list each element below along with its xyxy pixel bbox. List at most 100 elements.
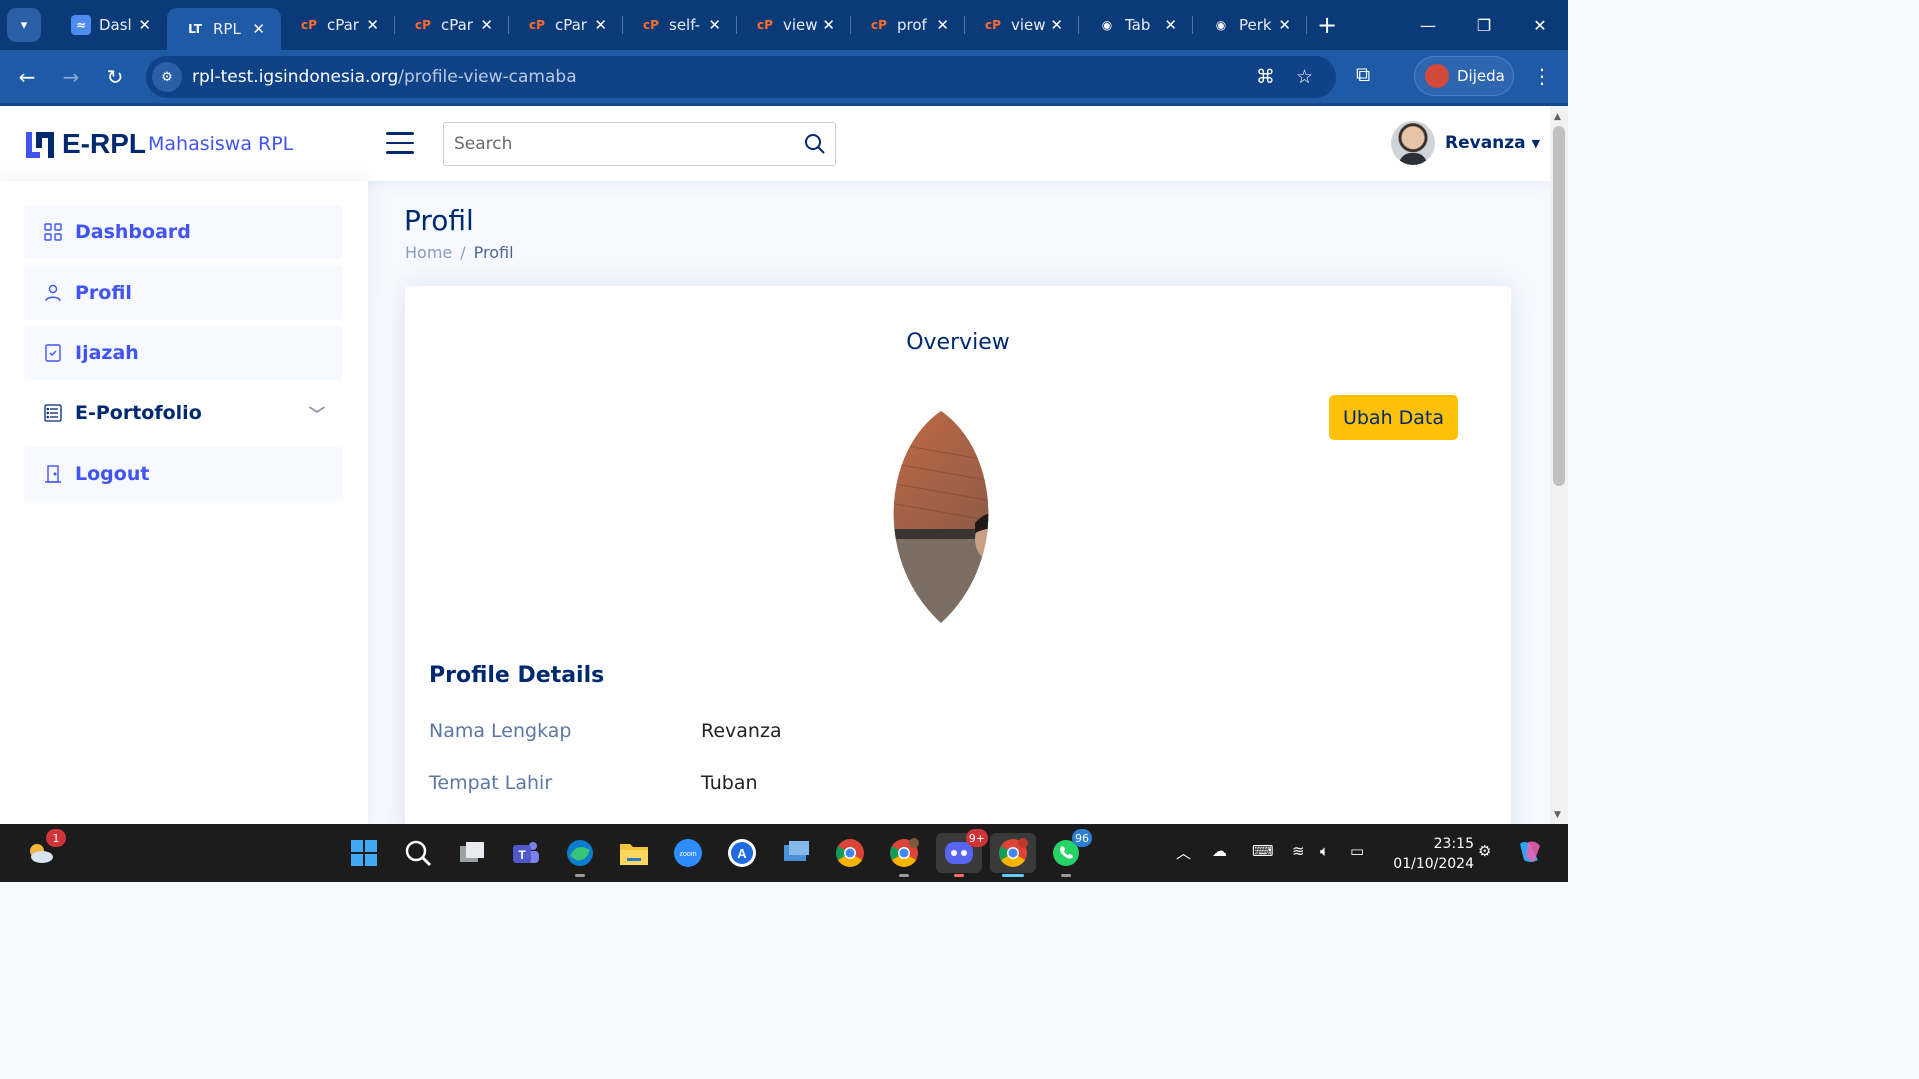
erpl-logo-icon (26, 131, 54, 158)
tab-title: prof (897, 16, 927, 34)
detail-value: Revanza (701, 720, 782, 742)
translate-icon[interactable]: ⌘ (1256, 66, 1275, 88)
scroll-down-arrow-icon[interactable]: ▼ (1554, 810, 1561, 820)
browser-tab[interactable]: cP prof ✕ (851, 0, 965, 50)
whatsapp-icon[interactable]: 96 (1046, 829, 1092, 877)
address-bar-row: ← → ↻ ⚙ rpl-test.igsindonesia.org/profil… (0, 50, 1568, 106)
url-bar[interactable]: ⚙ rpl-test.igsindonesia.org/profile-view… (146, 56, 1336, 98)
cpanel-icon: cP (757, 18, 773, 32)
onedrive-icon[interactable]: ☁ (1212, 842, 1227, 860)
user-name: Revanza (1445, 133, 1526, 153)
reload-button[interactable]: ↻ (93, 65, 137, 89)
remote-desktop-icon[interactable] (776, 833, 816, 873)
user-menu[interactable]: Revanza ▼ (1391, 121, 1540, 165)
browser-menu-icon[interactable]: ⋮ (1532, 64, 1552, 88)
browser-tab[interactable]: ≈ Dasl ✕ (53, 0, 167, 50)
keyboard-icon[interactable]: ⌨ (1252, 842, 1274, 860)
profile-details-title: Profile Details (429, 663, 605, 688)
cpanel-icon: cP (643, 18, 659, 32)
browser-tab[interactable]: ◉ Tab ✕ (1079, 0, 1193, 50)
cpanel-icon: cP (415, 18, 431, 32)
search-icon[interactable] (398, 833, 438, 873)
search-icon[interactable] (795, 133, 835, 155)
chevron-down-icon[interactable]: ﹀ (309, 401, 325, 425)
browser-tab[interactable]: cP view ✕ (965, 0, 1079, 50)
search-input[interactable] (454, 134, 795, 154)
browser-tab[interactable]: cP cPar ✕ (395, 0, 509, 50)
extensions-icon[interactable]: ⧉ (1356, 62, 1370, 86)
file-explorer-icon[interactable] (614, 833, 654, 873)
teams-icon[interactable]: T (506, 833, 546, 873)
tab-title: cPar (327, 16, 359, 34)
task-view-icon[interactable] (452, 833, 492, 873)
battery-icon[interactable]: ▭ (1350, 842, 1364, 860)
profile-avatar (1425, 64, 1449, 88)
wifi-icon[interactable]: ≋ (1292, 842, 1305, 860)
breadcrumb-home[interactable]: Home (405, 243, 452, 262)
notification-badge: 9+ (965, 829, 988, 847)
close-tab-icon[interactable]: ✕ (1278, 16, 1291, 34)
sidebar-item-profil[interactable]: Profil (24, 266, 343, 320)
site-logo[interactable]: E-RPL Mahasiswa RPL (24, 128, 293, 160)
volume-icon[interactable]: 🔈︎ (1320, 842, 1329, 860)
tab-title: cPar (441, 16, 473, 34)
url-text[interactable]: rpl-test.igsindonesia.org/profile-view-c… (192, 67, 577, 87)
chrome-active-icon[interactable] (990, 833, 1036, 877)
chrome-icon[interactable] (830, 833, 870, 873)
chrome-profile-icon[interactable] (884, 833, 924, 877)
browser-tab[interactable]: cP self- ✕ (623, 0, 737, 50)
close-tab-icon[interactable]: ✕ (822, 16, 835, 34)
page-scrollbar[interactable]: ▲ ▼ (1550, 106, 1568, 824)
browser-tab[interactable]: cP cPar ✕ (509, 0, 623, 50)
close-window-button[interactable]: ✕ (1512, 0, 1568, 50)
chevron-up-icon[interactable]: ︿ (1176, 842, 1191, 863)
close-tab-icon[interactable]: ✕ (594, 16, 607, 34)
close-tab-icon[interactable]: ✕ (1050, 16, 1063, 34)
site-info-icon[interactable]: ⚙ (152, 62, 182, 92)
user-avatar (1391, 121, 1435, 165)
sidebar-item-e-portofolio[interactable]: E-Portofolio ﹀ (24, 386, 343, 440)
new-tab-button[interactable]: + (1317, 11, 1337, 39)
bookmark-star-icon[interactable]: ☆ (1296, 66, 1313, 88)
zoom-icon[interactable]: zoom (668, 833, 708, 873)
browser-tab[interactable]: cP view ✕ (737, 0, 851, 50)
app-store-icon[interactable]: A (722, 833, 762, 873)
detail-row: Nama Lengkap Revanza (429, 720, 782, 742)
discord-icon[interactable]: 9+ (936, 829, 988, 877)
browser-profile-button[interactable]: Dijeda (1414, 56, 1514, 96)
browser-tab[interactable]: ◉ Perk ✕ (1193, 0, 1307, 50)
start-button[interactable] (344, 833, 384, 873)
forward-button[interactable]: → (49, 65, 93, 89)
close-tab-icon[interactable]: ✕ (708, 16, 721, 34)
close-tab-icon[interactable]: ✕ (252, 20, 265, 38)
browser-tab[interactable]: cP cPar ✕ (281, 0, 395, 50)
edge-icon[interactable] (560, 833, 600, 877)
toggle-sidebar-button[interactable] (386, 132, 414, 154)
detail-value: Tuban (701, 772, 758, 794)
detail-label: Tempat Lahir (429, 772, 553, 794)
copilot-icon[interactable] (1512, 834, 1548, 870)
tab-search-button[interactable]: ▾ (7, 8, 41, 42)
tab-title: view (783, 16, 818, 34)
close-tab-icon[interactable]: ✕ (480, 16, 493, 34)
close-tab-icon[interactable]: ✕ (138, 16, 151, 34)
close-tab-icon[interactable]: ✕ (366, 16, 379, 34)
scrollbar-thumb[interactable] (1553, 126, 1565, 486)
chevron-down-icon: ▼ (1531, 136, 1541, 150)
restore-button[interactable]: ❐ (1456, 0, 1512, 50)
clock[interactable]: 23:15 01/10/2024 (1384, 834, 1474, 874)
scroll-up-arrow-icon[interactable]: ▲ (1554, 112, 1561, 122)
browser-tab[interactable]: LT RPL ✕ (167, 8, 281, 50)
minimize-button[interactable]: — (1400, 0, 1456, 50)
close-tab-icon[interactable]: ✕ (1164, 16, 1177, 34)
close-tab-icon[interactable]: ✕ (936, 16, 949, 34)
edit-profile-button[interactable]: Ubah Data (1329, 395, 1458, 440)
back-button[interactable]: ← (5, 65, 49, 89)
sidebar-item-logout[interactable]: Logout (24, 447, 343, 501)
sidebar-item-dashboard[interactable]: Dashboard (24, 205, 343, 259)
sidebar-item-ijazah[interactable]: Ijazah (24, 326, 343, 380)
sidebar-item-label: Logout (75, 463, 150, 485)
notifications-icon[interactable]: ⚙ (1478, 842, 1491, 860)
weather-widget-icon[interactable]: 1 (20, 829, 66, 873)
openai-icon: ◉ (1215, 18, 1227, 32)
